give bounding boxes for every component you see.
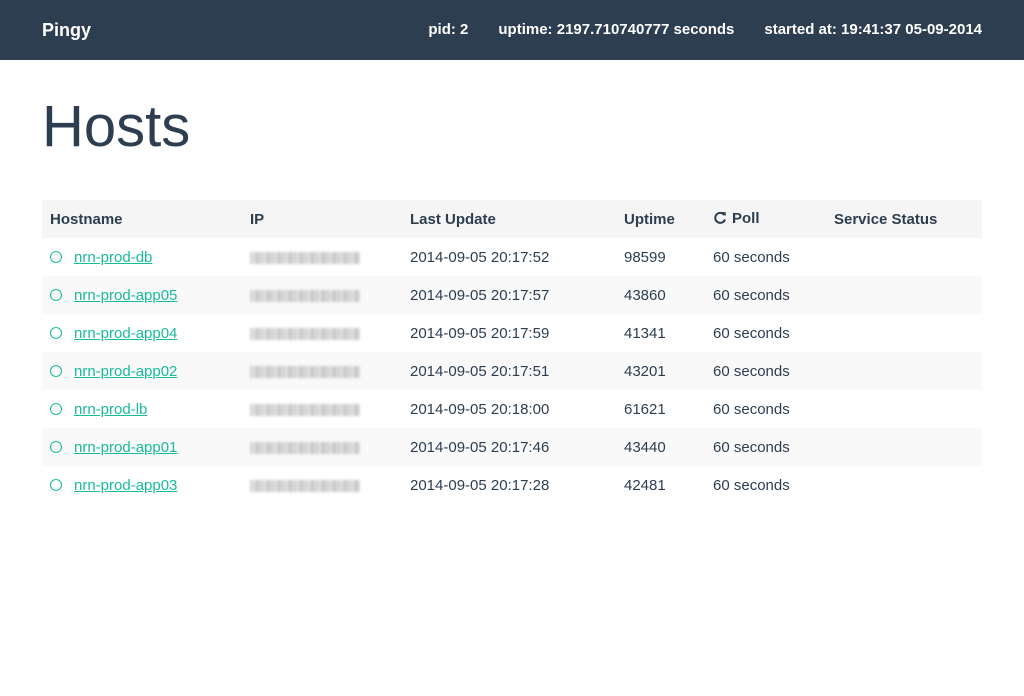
hostname-cell: nrn-prod-lb xyxy=(42,390,242,428)
hostname-link[interactable]: nrn-prod-db xyxy=(74,249,152,266)
uptime-cell: 42481 xyxy=(624,476,666,494)
service-status-cell xyxy=(826,428,982,466)
hosts-table: Hostname IP Last Update Uptime Poll Serv… xyxy=(42,200,982,504)
nav-info: pid: 2 uptime: 2197.710740777 seconds st… xyxy=(428,21,982,38)
hostname-link[interactable]: nrn-prod-app03 xyxy=(74,477,177,494)
last-update-cell: 2014-09-05 20:17:28 xyxy=(410,476,550,494)
table-row: nrn-prod-app04 2014-09-05 20:17:59 41341… xyxy=(42,314,982,352)
hostname-link[interactable]: nrn-prod-app04 xyxy=(74,325,177,342)
hostname-link[interactable]: nrn-prod-app01 xyxy=(74,439,177,456)
ip-cell xyxy=(242,466,402,504)
table-header-row: Hostname IP Last Update Uptime Poll Serv… xyxy=(42,200,982,238)
last-update-cell: 2014-09-05 20:17:46 xyxy=(410,438,550,456)
pid-text: pid: 2 xyxy=(428,21,469,38)
last-update-cell: 2014-09-05 20:17:59 xyxy=(410,324,550,342)
status-circle-icon xyxy=(50,288,62,301)
header-uptime: Uptime xyxy=(624,210,675,228)
service-status-cell xyxy=(826,276,982,314)
ip-cell xyxy=(242,238,402,276)
table-row: nrn-prod-app05 2014-09-05 20:17:57 43860… xyxy=(42,276,982,314)
status-circle-icon xyxy=(50,440,62,453)
hostname-link[interactable]: nrn-prod-app05 xyxy=(74,287,177,304)
uptime-cell: 43440 xyxy=(624,438,666,456)
poll-cell: 60 seconds xyxy=(713,400,790,418)
hostname-link[interactable]: nrn-prod-app02 xyxy=(74,363,177,380)
poll-cell: 60 seconds xyxy=(713,438,790,456)
header-hostname: Hostname xyxy=(50,210,123,228)
last-update-cell: 2014-09-05 20:17:52 xyxy=(410,248,550,266)
navbar: Pingy pid: 2 uptime: 2197.710740777 seco… xyxy=(0,0,1024,60)
ip-redacted xyxy=(250,289,360,302)
table-row: nrn-prod-app02 2014-09-05 20:17:51 43201… xyxy=(42,352,982,390)
service-status-cell xyxy=(826,238,982,276)
last-update-cell: 2014-09-05 20:17:51 xyxy=(410,362,550,380)
ip-redacted xyxy=(250,479,360,492)
service-status-cell xyxy=(826,352,982,390)
poll-cell: 60 seconds xyxy=(713,362,790,380)
ip-redacted xyxy=(250,327,360,340)
table-row: nrn-prod-app03 2014-09-05 20:17:28 42481… xyxy=(42,466,982,504)
poll-cell: 60 seconds xyxy=(713,286,790,304)
status-circle-icon xyxy=(50,250,62,263)
poll-cell: 60 seconds xyxy=(713,476,790,494)
refresh-icon xyxy=(713,211,727,229)
uptime-cell: 43201 xyxy=(624,362,666,380)
last-update-cell: 2014-09-05 20:18:00 xyxy=(410,400,550,418)
page-title: Hosts xyxy=(42,94,191,159)
uptime-text: uptime: 2197.710740777 seconds xyxy=(498,21,735,38)
status-circle-icon xyxy=(50,364,62,377)
hostname-link[interactable]: nrn-prod-lb xyxy=(74,401,147,418)
service-status-cell xyxy=(826,466,982,504)
ip-cell xyxy=(242,428,402,466)
hostname-cell: nrn-prod-db xyxy=(42,238,242,276)
hostname-cell: nrn-prod-app04 xyxy=(42,314,242,352)
last-update-cell: 2014-09-05 20:17:57 xyxy=(410,286,550,304)
uptime-cell: 41341 xyxy=(624,324,666,342)
brand-logo-text[interactable]: Pingy xyxy=(42,20,91,41)
started-at-text: started at: 19:41:37 05-09-2014 xyxy=(764,21,982,38)
header-service-status: Service Status xyxy=(834,210,938,228)
ip-cell xyxy=(242,352,402,390)
poll-cell: 60 seconds xyxy=(713,324,790,342)
status-circle-icon xyxy=(50,402,62,415)
table-row: nrn-prod-db 2014-09-05 20:17:52 98599 60… xyxy=(42,238,982,276)
ip-redacted xyxy=(250,403,360,416)
header-last-update: Last Update xyxy=(410,210,496,228)
ip-cell xyxy=(242,276,402,314)
table-row: nrn-prod-lb 2014-09-05 20:18:00 61621 60… xyxy=(42,390,982,428)
service-status-cell xyxy=(826,390,982,428)
uptime-cell: 98599 xyxy=(624,248,666,266)
table-header: Hostname IP Last Update Uptime Poll Serv… xyxy=(42,200,982,238)
uptime-cell: 43860 xyxy=(624,286,666,304)
ip-cell xyxy=(242,314,402,352)
ip-cell xyxy=(242,390,402,428)
hostname-cell: nrn-prod-app05 xyxy=(42,276,242,314)
table-row: nrn-prod-app01 2014-09-05 20:17:46 43440… xyxy=(42,428,982,466)
ip-redacted xyxy=(250,251,360,264)
header-ip: IP xyxy=(250,210,265,228)
hostname-cell: nrn-prod-app03 xyxy=(42,466,242,504)
ip-redacted xyxy=(250,365,360,378)
table-body: nrn-prod-db 2014-09-05 20:17:52 98599 60… xyxy=(42,238,982,504)
header-poll: Poll xyxy=(705,200,826,238)
hostname-cell: nrn-prod-app01 xyxy=(42,428,242,466)
service-status-cell xyxy=(826,314,982,352)
header-poll-label: Poll xyxy=(732,209,760,227)
hostname-cell: nrn-prod-app02 xyxy=(42,352,242,390)
status-circle-icon xyxy=(50,478,62,491)
status-circle-icon xyxy=(50,326,62,339)
uptime-cell: 61621 xyxy=(624,400,666,418)
poll-cell: 60 seconds xyxy=(713,248,790,266)
ip-redacted xyxy=(250,441,360,454)
